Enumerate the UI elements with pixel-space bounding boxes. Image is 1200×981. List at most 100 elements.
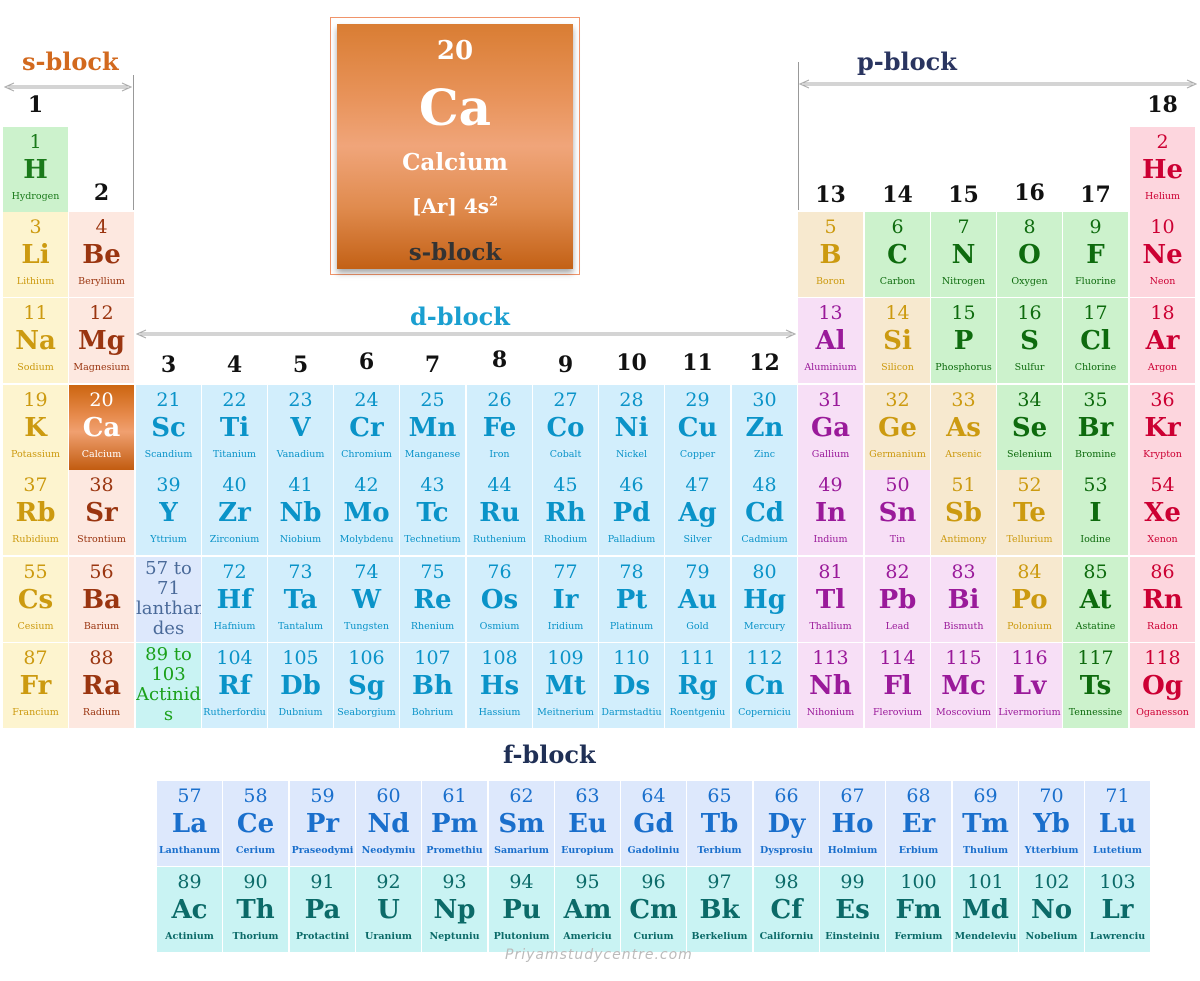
element-db[interactable]: 105 Db Dubnium — [268, 643, 333, 728]
element-mc[interactable]: 115 Mc Moscovium — [931, 643, 996, 728]
element-pm[interactable]: 61 Pm Promethiu — [422, 781, 487, 866]
element-ru[interactable]: 44 Ru Ruthenium — [467, 470, 532, 555]
element-re[interactable]: 75 Re Rhenium — [400, 557, 465, 642]
element-be[interactable]: 4 Be Beryllium — [69, 212, 134, 297]
element-tb[interactable]: 65 Tb Terbium — [687, 781, 752, 866]
element-pt[interactable]: 78 Pt Platinum — [599, 557, 664, 642]
element-si[interactable]: 14 Si Silicon — [865, 298, 930, 383]
element-li[interactable]: 3 Li Lithium — [3, 212, 68, 297]
element-ce[interactable]: 58 Ce Cerium — [223, 781, 288, 866]
element-ds[interactable]: 110 Ds Darmstadtiu — [599, 643, 664, 728]
element-cm[interactable]: 96 Cm Curium — [621, 867, 686, 952]
element-co[interactable]: 27 Co Cobalt — [533, 385, 598, 470]
element-fe[interactable]: 26 Fe Iron — [467, 385, 532, 470]
element-md[interactable]: 101 Md Mendeleviu — [953, 867, 1018, 952]
element-ca[interactable]: 20 Ca Calcium — [69, 385, 134, 470]
element-sn[interactable]: 50 Sn Tin — [865, 470, 930, 555]
element-he[interactable]: 2 He Helium — [1130, 127, 1195, 212]
element-np[interactable]: 93 Np Neptuniu — [422, 867, 487, 952]
element-fm[interactable]: 100 Fm Fermium — [886, 867, 951, 952]
element-sb[interactable]: 51 Sb Antimony — [931, 470, 996, 555]
element-lr[interactable]: 103 Lr Lawrenciu — [1085, 867, 1150, 952]
element-cs[interactable]: 55 Cs Cesium — [3, 557, 68, 642]
element-xe[interactable]: 54 Xe Xenon — [1130, 470, 1195, 555]
element-rh[interactable]: 45 Rh Rhodium — [533, 470, 598, 555]
element-o[interactable]: 8 O Oxygen — [997, 212, 1062, 297]
element-al[interactable]: 13 Al Aluminium — [798, 298, 863, 383]
element-ba[interactable]: 56 Ba Barium — [69, 557, 134, 642]
element-rb[interactable]: 37 Rb Rubidium — [3, 470, 68, 555]
element-am[interactable]: 95 Am Americiu — [555, 867, 620, 952]
element-hg[interactable]: 80 Hg Mercury — [732, 557, 797, 642]
element-ni[interactable]: 28 Ni Nickel — [599, 385, 664, 470]
element-ta[interactable]: 73 Ta Tantalum — [268, 557, 333, 642]
element-tl[interactable]: 81 Tl Thallium — [798, 557, 863, 642]
element-v[interactable]: 23 V Vanadium — [268, 385, 333, 470]
element-tc[interactable]: 43 Tc Technetium — [400, 470, 465, 555]
element-nb[interactable]: 41 Nb Niobium — [268, 470, 333, 555]
element-au[interactable]: 79 Au Gold — [665, 557, 730, 642]
element-no[interactable]: 102 No Nobelium — [1019, 867, 1084, 952]
element-pa[interactable]: 91 Pa Protactini — [290, 867, 355, 952]
element-mo[interactable]: 42 Mo Molybdenu — [334, 470, 399, 555]
element-sm[interactable]: 62 Sm Samarium — [489, 781, 554, 866]
element-as[interactable]: 33 As Arsenic — [931, 385, 996, 470]
element-zn[interactable]: 30 Zn Zinc — [732, 385, 797, 470]
element-fr[interactable]: 87 Fr Francium — [3, 643, 68, 728]
element-ac[interactable]: 89 Ac Actinium — [157, 867, 222, 952]
element-ge[interactable]: 32 Ge Germanium — [865, 385, 930, 470]
element-sc[interactable]: 21 Sc Scandium — [136, 385, 201, 470]
element-at[interactable]: 85 At Astatine — [1063, 557, 1128, 642]
element-w[interactable]: 74 W Tungsten — [334, 557, 399, 642]
element-cr[interactable]: 24 Cr Chromium — [334, 385, 399, 470]
element-y[interactable]: 39 Y Yttrium — [136, 470, 201, 555]
element-hs[interactable]: 108 Hs Hassium — [467, 643, 532, 728]
element-nh[interactable]: 113 Nh Nihonium — [798, 643, 863, 728]
element-fl[interactable]: 114 Fl Flerovium — [865, 643, 930, 728]
element-f[interactable]: 9 F Fluorine — [1063, 212, 1128, 297]
element-ra[interactable]: 88 Ra Radium — [69, 643, 134, 728]
element-cl[interactable]: 17 Cl Chlorine — [1063, 298, 1128, 383]
element-nd[interactable]: 60 Nd Neodymiu — [356, 781, 421, 866]
element-os[interactable]: 76 Os Osmium — [467, 557, 532, 642]
element-bi[interactable]: 83 Bi Bismuth — [931, 557, 996, 642]
element-pu[interactable]: 94 Pu Plutonium — [489, 867, 554, 952]
element-gd[interactable]: 64 Gd Gadoliniu — [621, 781, 686, 866]
element-cf[interactable]: 98 Cf Californiu — [754, 867, 819, 952]
element-se[interactable]: 34 Se Selenium — [997, 385, 1062, 470]
element-i[interactable]: 53 I Iodine — [1063, 470, 1128, 555]
lanthanides-reference[interactable]: 57 to 71 lanthani des — [136, 557, 201, 642]
element-pb[interactable]: 82 Pb Lead — [865, 557, 930, 642]
element-c[interactable]: 6 C Carbon — [865, 212, 930, 297]
element-sr[interactable]: 38 Sr Strontium — [69, 470, 134, 555]
element-ga[interactable]: 31 Ga Gallium — [798, 385, 863, 470]
element-kr[interactable]: 36 Kr Krypton — [1130, 385, 1195, 470]
element-ar[interactable]: 18 Ar Argon — [1130, 298, 1195, 383]
element-cu[interactable]: 29 Cu Copper — [665, 385, 730, 470]
element-te[interactable]: 52 Te Tellurium — [997, 470, 1062, 555]
element-eu[interactable]: 63 Eu Europium — [555, 781, 620, 866]
element-ag[interactable]: 47 Ag Silver — [665, 470, 730, 555]
element-bk[interactable]: 97 Bk Berkelium — [687, 867, 752, 952]
element-lu[interactable]: 71 Lu Lutetium — [1085, 781, 1150, 866]
element-p[interactable]: 15 P Phosphorus — [931, 298, 996, 383]
element-ir[interactable]: 77 Ir Iridium — [533, 557, 598, 642]
element-in[interactable]: 49 In Indium — [798, 470, 863, 555]
element-lv[interactable]: 116 Lv Livermorium — [997, 643, 1062, 728]
element-u[interactable]: 92 U Uranium — [356, 867, 421, 952]
element-ts[interactable]: 117 Ts Tennessine — [1063, 643, 1128, 728]
element-cn[interactable]: 112 Cn Coperniciu — [732, 643, 797, 728]
element-cd[interactable]: 48 Cd Cadmium — [732, 470, 797, 555]
element-h[interactable]: 1 H Hydrogen — [3, 127, 68, 212]
actinides-reference[interactable]: 89 to 103 Actinide s — [136, 643, 201, 728]
element-rf[interactable]: 104 Rf Rutherfordiu — [202, 643, 267, 728]
element-tm[interactable]: 69 Tm Thulium — [953, 781, 1018, 866]
element-hf[interactable]: 72 Hf Hafnium — [202, 557, 267, 642]
element-rn[interactable]: 86 Rn Radon — [1130, 557, 1195, 642]
element-br[interactable]: 35 Br Bromine — [1063, 385, 1128, 470]
element-pr[interactable]: 59 Pr Praseodymi — [290, 781, 355, 866]
element-er[interactable]: 68 Er Erbium — [886, 781, 951, 866]
element-es[interactable]: 99 Es Einsteiniu — [820, 867, 885, 952]
element-yb[interactable]: 70 Yb Ytterbium — [1019, 781, 1084, 866]
element-sg[interactable]: 106 Sg Seaborgium — [334, 643, 399, 728]
